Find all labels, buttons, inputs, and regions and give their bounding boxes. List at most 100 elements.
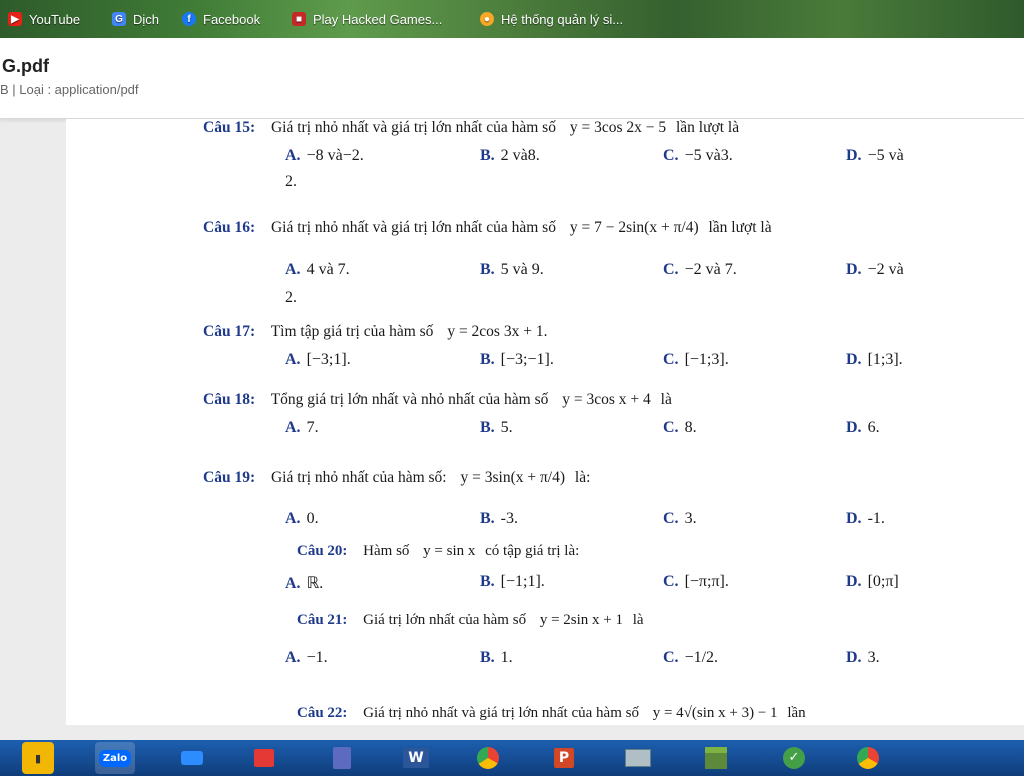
- question-19: Câu 19: Giá trị nhỏ nhất của hàm số: y =…: [203, 469, 590, 487]
- youtube-icon: ▶: [8, 12, 22, 26]
- file-meta: B | Loại : application/pdf: [0, 82, 139, 97]
- option-b: B. [−1;1].: [480, 573, 545, 590]
- option-a: A. [−3;1].: [285, 351, 351, 368]
- zalo-icon[interactable]: Zalo: [95, 742, 135, 774]
- question-16: Câu 16: Giá trị nhỏ nhất và giá trị lớn …: [203, 219, 772, 237]
- option-b: B. -3.: [480, 510, 518, 527]
- bookmark-school[interactable]: ● Hệ thống quản lý si...: [480, 0, 623, 38]
- question-tail: lần lượt là: [708, 219, 772, 236]
- app-icon[interactable]: [248, 742, 280, 774]
- chrome-profile-icon[interactable]: [852, 742, 884, 774]
- zoom-icon[interactable]: [176, 742, 208, 774]
- question-number: Câu 17:: [203, 323, 256, 340]
- question-formula: y = 2sin x + 1: [539, 612, 623, 628]
- option-a: A. 7.: [285, 419, 319, 436]
- question-formula: y = sin x: [423, 543, 476, 559]
- bookmark-translate[interactable]: G Dịch: [112, 0, 159, 38]
- question-15: Câu 15: Giá trị nhỏ nhất và giá trị lớn …: [203, 119, 739, 137]
- question-tail: lần: [787, 705, 806, 721]
- option-c: C. −5 và3.: [663, 147, 733, 164]
- question-22: Câu 22: Giá trị nhỏ nhất và giá trị lớn …: [297, 705, 806, 722]
- game-icon: ■: [292, 12, 306, 26]
- option-c: C. 8.: [663, 419, 697, 436]
- question-17: Câu 17: Tìm tập giá trị của hàm số y = 2…: [203, 323, 547, 341]
- option-b: B. 5.: [480, 419, 513, 436]
- question-number: Câu 18:: [203, 391, 256, 408]
- option-a: A. −8 và−2.: [285, 147, 364, 164]
- option-c: C. [−1;3].: [663, 351, 729, 368]
- question-number: Câu 19:: [203, 469, 256, 486]
- option-d-wrap: 2.: [285, 289, 297, 306]
- question-tail: là:: [574, 469, 591, 486]
- question-text: Hàm số: [363, 543, 410, 559]
- option-c: C. [−π;π].: [663, 573, 729, 590]
- powerpoint-icon[interactable]: P: [548, 742, 580, 774]
- option-d: D. [0;π]: [846, 573, 899, 590]
- option-d: D. [1;3].: [846, 351, 903, 368]
- question-tail: là: [660, 391, 672, 408]
- option-c: C. −1/2.: [663, 649, 719, 666]
- question-number: Câu 15:: [203, 119, 256, 136]
- option-a: A. −1.: [285, 649, 328, 666]
- question-21: Câu 21: Giá trị lớn nhất của hàm số y = …: [297, 612, 644, 629]
- question-20: Câu 20: Hàm số y = sin x có tập giá trị …: [297, 543, 579, 560]
- question-tail: lần lượt là: [676, 119, 740, 136]
- word-icon[interactable]: W: [400, 742, 432, 774]
- question-formula: y = 4√(sin x + 3) − 1: [652, 705, 778, 721]
- coccoc-icon[interactable]: ✓: [778, 742, 810, 774]
- option-d: D. 6.: [846, 419, 880, 436]
- bookmarks-bar: ▶ YouTube G Dịch f Facebook ■ Play Hacke…: [0, 0, 1024, 38]
- option-d-wrap: 2.: [285, 173, 297, 190]
- chrome-icon[interactable]: [472, 742, 504, 774]
- bookmark-hacked-games[interactable]: ■ Play Hacked Games...: [292, 0, 442, 38]
- bookmark-youtube[interactable]: ▶ YouTube: [8, 0, 80, 38]
- option-c: C. −2 và 7.: [663, 261, 737, 278]
- question-text: Giá trị nhỏ nhất và giá trị lớn nhất của…: [363, 705, 639, 721]
- calculator-icon[interactable]: [326, 742, 358, 774]
- bookmark-label: Dịch: [133, 11, 160, 27]
- taskbar: ▮ Zalo W P ✓: [0, 740, 1024, 776]
- bookmark-label: Hệ thống quản lý si...: [501, 11, 624, 27]
- bookmark-label: Play Hacked Games...: [313, 11, 443, 27]
- translate-icon: G: [112, 12, 126, 26]
- bookmark-label: Facebook: [203, 11, 261, 27]
- question-formula: y = 2cos 3x + 1.: [447, 323, 548, 340]
- pdf-page: Câu 15: Giá trị nhỏ nhất và giá trị lớn …: [66, 119, 1024, 725]
- option-d: D. -1.: [846, 510, 885, 527]
- option-b: B. [−3;−1].: [480, 351, 554, 368]
- facebook-icon: f: [182, 12, 196, 26]
- option-b: B. 1.: [480, 649, 513, 666]
- option-a: A. 4 và 7.: [285, 261, 350, 278]
- file-explorer-icon[interactable]: ▮: [22, 742, 54, 774]
- question-number: Câu 20:: [297, 543, 348, 559]
- question-number: Câu 16:: [203, 219, 256, 236]
- question-number: Câu 22:: [297, 705, 348, 721]
- option-d: D. −5 và: [846, 147, 904, 164]
- bookmark-label: YouTube: [29, 11, 81, 27]
- question-formula: y = 3cos x + 4: [562, 391, 651, 408]
- question-formula: y = 3cos 2x − 5: [569, 119, 667, 136]
- option-a: A. 0.: [285, 510, 319, 527]
- file-name: G.pdf: [2, 56, 49, 76]
- option-d: D. −2 và: [846, 261, 904, 278]
- option-a: A. ℝ.: [285, 575, 324, 592]
- question-formula: y = 3sin(x + π/4): [460, 469, 566, 486]
- question-text: Giá trị nhỏ nhất của hàm số:: [270, 469, 447, 486]
- question-number: Câu 21:: [297, 612, 348, 628]
- question-tail: có tập giá trị là:: [485, 543, 580, 559]
- bookmark-facebook[interactable]: f Facebook: [182, 0, 260, 38]
- option-b: B. 2 và8.: [480, 147, 540, 164]
- school-icon: ●: [480, 12, 494, 26]
- option-c: C. 3.: [663, 510, 697, 527]
- question-text: Giá trị nhỏ nhất và giá trị lớn nhất của…: [270, 119, 556, 136]
- minecraft-icon[interactable]: [700, 742, 732, 774]
- pdf-header: G.pdf B | Loại : application/pdf: [0, 38, 1024, 119]
- question-18: Câu 18: Tổng giá trị lớn nhất và nhỏ nhấ…: [203, 391, 672, 409]
- window-icon[interactable]: [622, 742, 654, 774]
- option-d: D. 3.: [846, 649, 880, 666]
- question-text: Giá trị nhỏ nhất và giá trị lớn nhất của…: [270, 219, 556, 236]
- question-formula: y = 7 − 2sin(x + π/4): [569, 219, 699, 236]
- question-tail: là: [632, 612, 644, 628]
- option-b: B. 5 và 9.: [480, 261, 544, 278]
- question-text: Tìm tập giá trị của hàm số: [270, 323, 434, 340]
